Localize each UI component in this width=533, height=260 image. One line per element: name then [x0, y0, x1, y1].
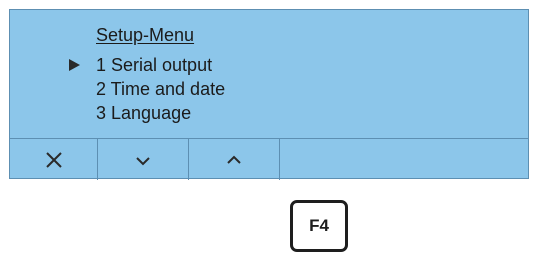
softkey-bar: [10, 138, 528, 180]
chevron-up-icon: [227, 155, 241, 164]
menu-item-language[interactable]: 3 Language: [96, 103, 191, 123]
softkey-down[interactable]: [98, 139, 189, 180]
softkey-empty[interactable]: [280, 139, 528, 180]
chevron-down-icon: [136, 156, 150, 165]
lcd-screen: Setup-Menu 1 Serial output 2 Time and da…: [9, 9, 529, 180]
close-icon: [45, 151, 62, 168]
menu-item-time-and-date[interactable]: 2 Time and date: [96, 79, 225, 99]
menu-title: Setup-Menu: [96, 25, 195, 45]
softkey-up[interactable]: [189, 139, 280, 180]
f4-key[interactable]: F4: [290, 200, 348, 252]
setup-menu: Setup-Menu 1 Serial output 2 Time and da…: [10, 10, 528, 137]
device-display-stage: Setup-Menu 1 Serial output 2 Time and da…: [0, 0, 533, 260]
softkey-close[interactable]: [10, 139, 98, 180]
menu-item-serial-output[interactable]: 1 Serial output: [96, 55, 212, 75]
f4-key-label: F4: [309, 216, 329, 235]
triangle-right-icon: [69, 59, 80, 71]
